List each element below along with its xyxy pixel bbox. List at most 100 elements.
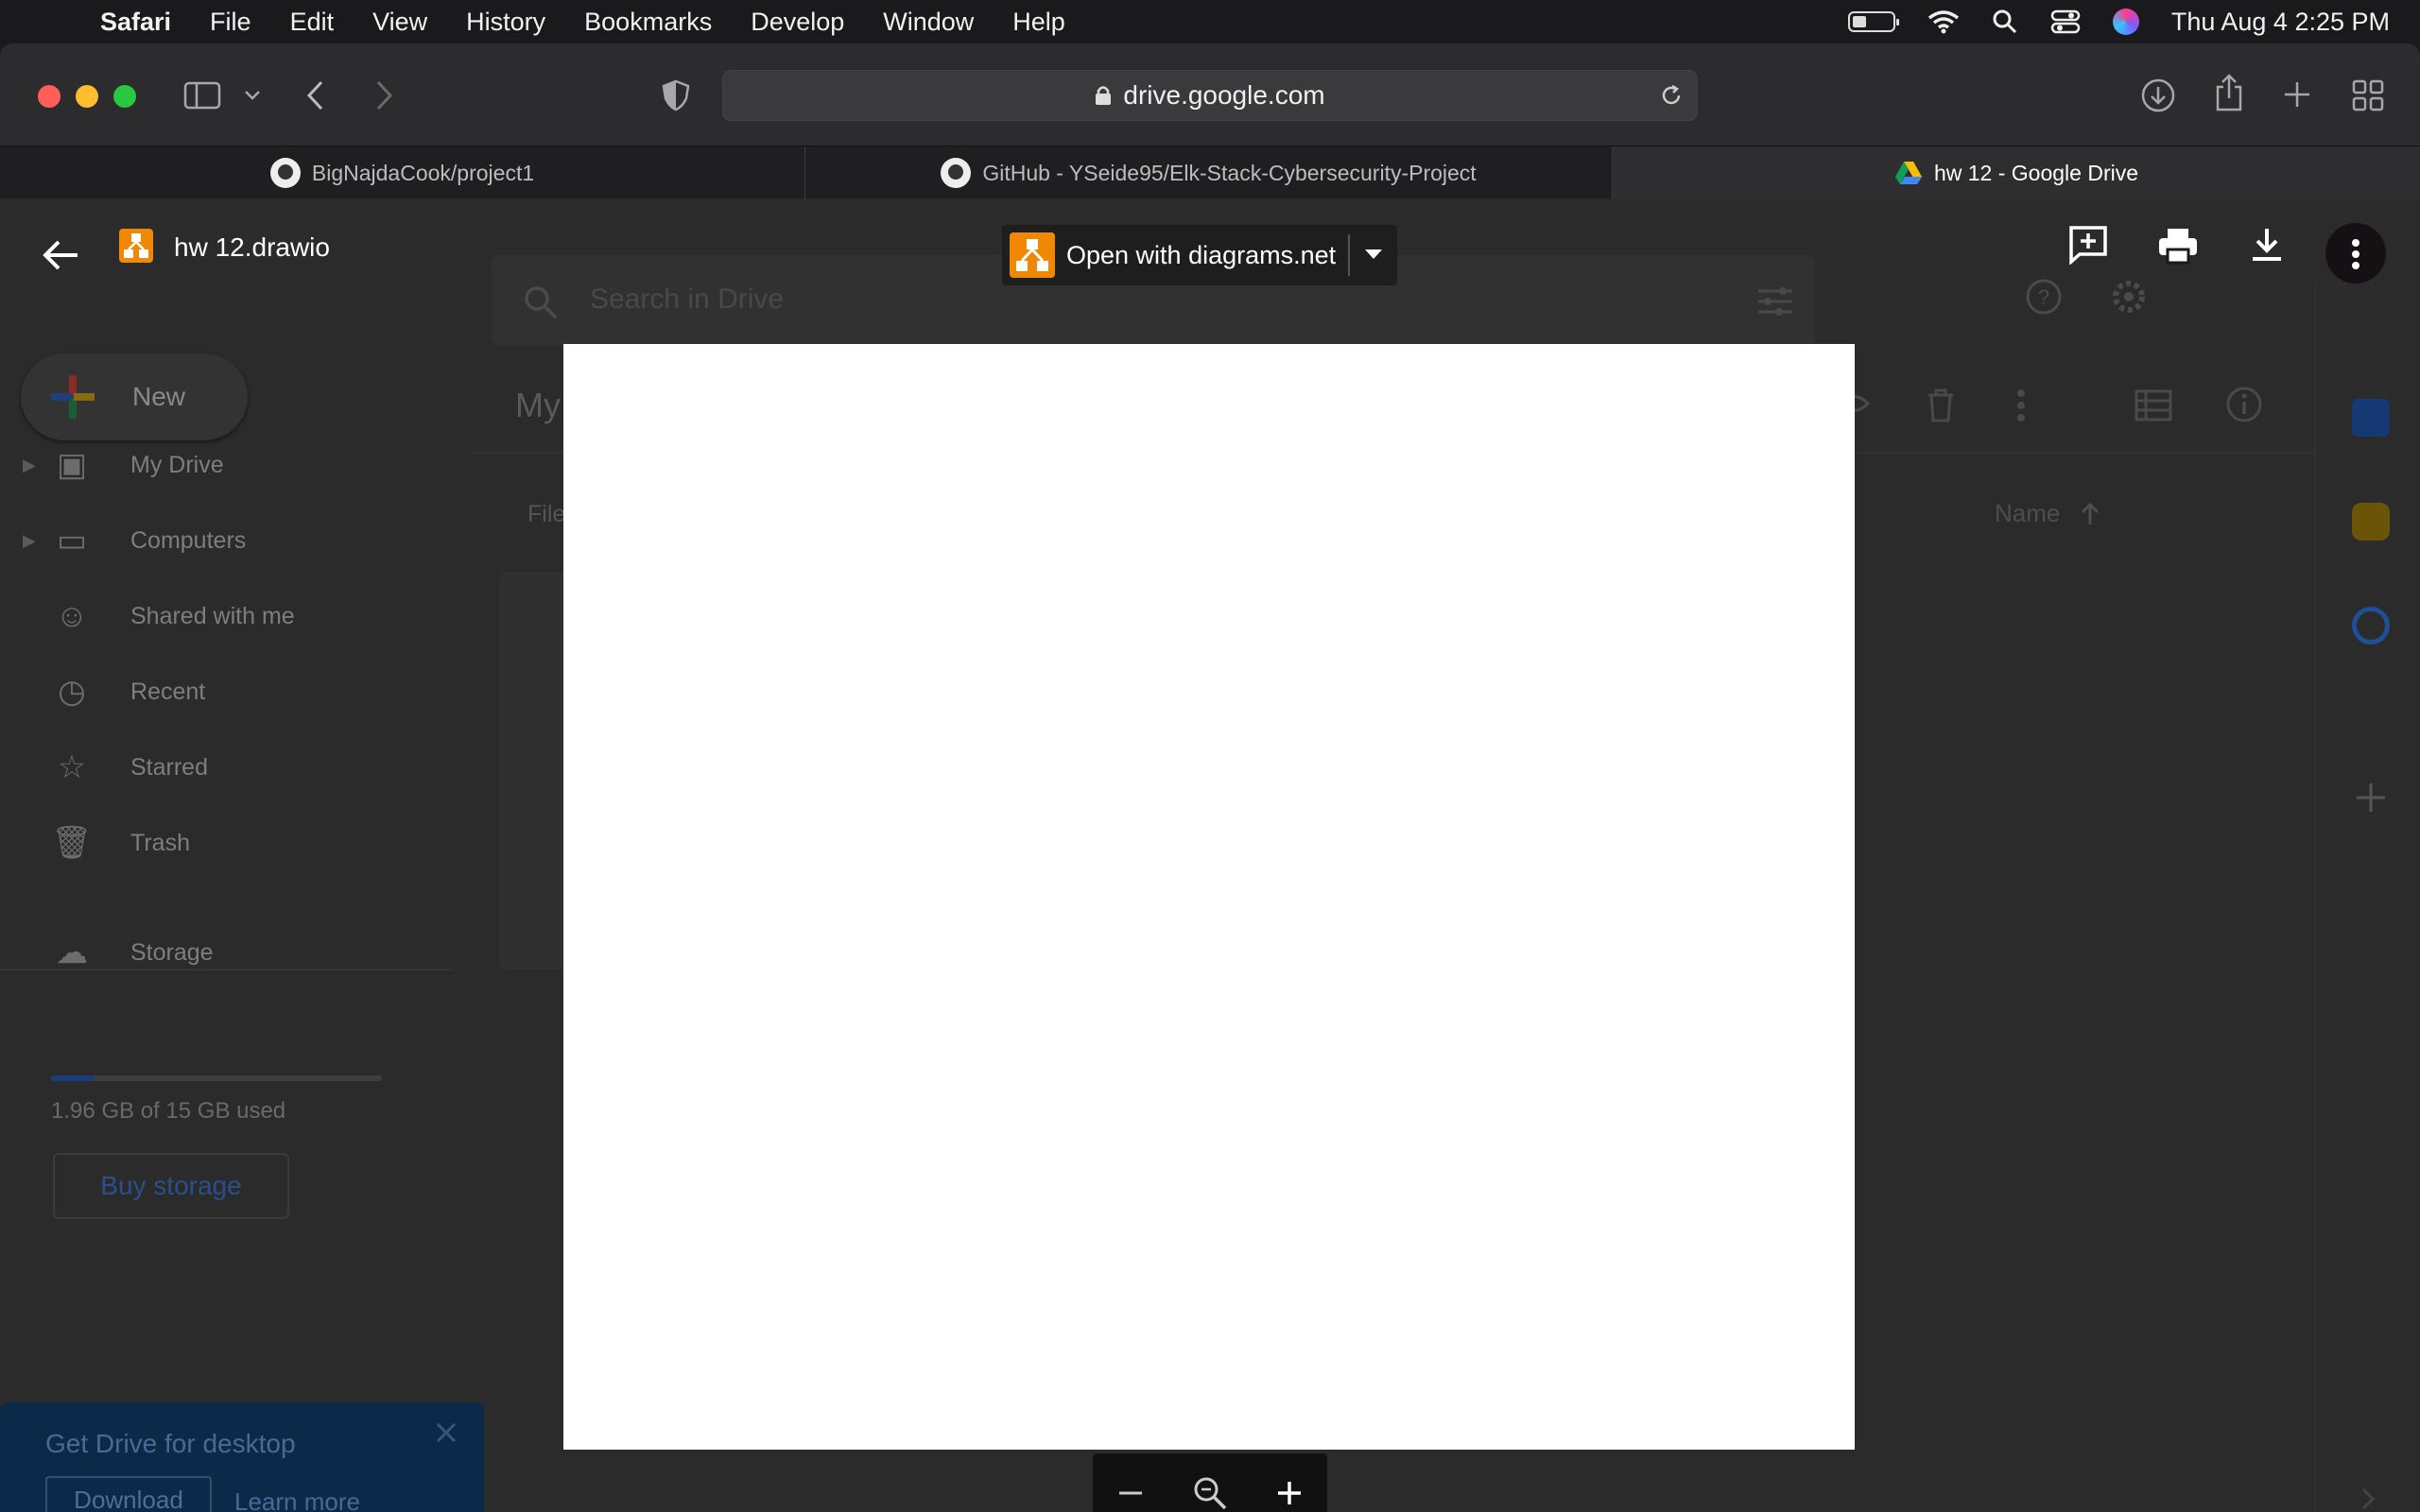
list-view-icon[interactable] <box>2135 389 2172 421</box>
menu-file[interactable]: File <box>210 8 251 37</box>
star-icon: ☆ <box>57 749 87 785</box>
menu-develop[interactable]: Develop <box>751 8 844 37</box>
add-addon-plus-icon[interactable] <box>2354 781 2388 815</box>
tab-title: GitHub - YSeide95/Elk-Stack-Cybersecurit… <box>982 160 1477 185</box>
tab-github-elk-stack[interactable]: GitHub - YSeide95/Elk-Stack-Cybersecurit… <box>805 146 1613 199</box>
drive-header-title: My <box>515 386 561 424</box>
minimize-window-button[interactable] <box>76 85 98 108</box>
trash-icon[interactable] <box>1925 387 1957 423</box>
page-content: Search in Drive ? New ▶ ▣ My Drive ▶ ▭ C… <box>0 198 2420 1512</box>
storage-used-text: 1.96 GB of 15 GB used <box>51 1098 286 1124</box>
menu-history[interactable]: History <box>466 8 545 37</box>
open-with-diagrams-button[interactable]: Open with diagrams.net <box>1002 225 1397 285</box>
side-panel-divider <box>2314 284 2316 1512</box>
downloads-icon[interactable] <box>2140 77 2176 113</box>
sidebar-item-computers[interactable]: ▶ ▭ Computers <box>23 517 246 564</box>
learn-more-link[interactable]: Learn more <box>234 1487 360 1512</box>
document-preview-page[interactable] <box>563 344 1855 1450</box>
expand-arrow-icon[interactable]: ▶ <box>23 455 36 475</box>
tab-overview-icon[interactable] <box>2352 79 2384 112</box>
files-section-label: File <box>527 501 566 527</box>
keep-icon[interactable] <box>2352 503 2390 541</box>
tab-github-project1[interactable]: BigNajdaCook/project1 <box>0 146 805 199</box>
add-comment-icon[interactable] <box>2068 225 2108 265</box>
sort-label: Name <box>1995 499 2061 527</box>
tab-title: BigNajdaCook/project1 <box>311 160 535 185</box>
promo-title: Get Drive for desktop <box>45 1429 296 1458</box>
back-arrow-icon[interactable] <box>304 79 327 112</box>
menu-edit[interactable]: Edit <box>290 8 335 37</box>
download-icon[interactable] <box>2250 227 2284 263</box>
sidebar-toggle-icon[interactable] <box>183 81 221 110</box>
close-icon[interactable] <box>435 1421 458 1444</box>
control-center-icon[interactable] <box>2050 9 2081 35</box>
chevron-down-icon[interactable] <box>244 89 261 102</box>
info-icon[interactable] <box>2225 386 2263 423</box>
sidebar-item-label: Shared with me <box>130 602 295 629</box>
file-card[interactable] <box>499 573 565 970</box>
forward-arrow-icon[interactable] <box>372 79 395 112</box>
sort-by-name[interactable]: Name <box>1995 499 2101 528</box>
sidebar-item-storage[interactable]: ☁ Storage <box>51 929 214 976</box>
sidebar-item-label: Starred <box>130 753 208 781</box>
more-actions-button[interactable] <box>2325 223 2386 284</box>
wifi-icon[interactable] <box>1927 9 1960 34</box>
open-with-label: Open with diagrams.net <box>1066 240 1337 269</box>
diagrams-net-icon <box>1010 232 1055 278</box>
new-button-label: New <box>132 382 186 411</box>
expand-arrow-icon[interactable]: ▶ <box>23 531 36 551</box>
viewer-file-name: hw 12.drawio <box>174 232 330 262</box>
sidebar-item-label: My Drive <box>130 451 224 478</box>
sidebar-item-label: Trash <box>130 829 190 856</box>
browser-toolbar: drive.google.com <box>0 43 2420 146</box>
macos-menu-bar: Safari File Edit View History Bookmarks … <box>0 0 2420 43</box>
share-icon[interactable] <box>2214 74 2244 112</box>
people-icon: ☺ <box>55 597 89 634</box>
new-tab-plus-icon[interactable] <box>2282 79 2312 110</box>
clock-icon: ◷ <box>58 674 86 710</box>
zoom-controls <box>1093 1453 1327 1512</box>
github-icon <box>941 158 972 188</box>
menu-app-name[interactable]: Safari <box>100 8 171 37</box>
zoom-window-button[interactable] <box>113 85 136 108</box>
sidebar-item-starred[interactable]: ☆ Starred <box>51 744 208 791</box>
menu-window[interactable]: Window <box>883 8 974 37</box>
siri-icon[interactable] <box>2112 9 2139 35</box>
tab-google-drive[interactable]: hw 12 - Google Drive <box>1613 146 2420 199</box>
zoom-reset-magnifier-icon[interactable] <box>1192 1475 1228 1511</box>
menu-bookmarks[interactable]: Bookmarks <box>584 8 712 37</box>
new-button[interactable]: New <box>21 353 248 440</box>
zoom-in-icon[interactable] <box>1275 1479 1304 1507</box>
sidebar-item-shared-with-me[interactable]: ☺ Shared with me <box>51 593 295 640</box>
plus-icon <box>51 375 95 419</box>
close-window-button[interactable] <box>38 85 60 108</box>
chevron-right-icon[interactable] <box>2360 1487 2377 1510</box>
sidebar-item-trash[interactable]: 🗑 Trash <box>51 819 190 867</box>
buy-storage-button[interactable]: Buy storage <box>53 1153 289 1219</box>
spotlight-search-icon[interactable] <box>1992 9 2018 35</box>
storage-progress-fill <box>51 1075 95 1081</box>
print-icon[interactable] <box>2157 227 2199 265</box>
cloud-icon: ☁ <box>56 935 88 971</box>
zoom-out-icon[interactable] <box>1116 1479 1145 1507</box>
tab-title: hw 12 - Google Drive <box>1933 160 2139 185</box>
menu-help[interactable]: Help <box>1012 8 1065 37</box>
calendar-icon[interactable] <box>2352 399 2390 437</box>
dropdown-arrow-icon[interactable] <box>1363 248 1384 261</box>
back-arrow-icon[interactable] <box>42 238 79 272</box>
sidebar-item-my-drive[interactable]: ▶ ▣ My Drive <box>23 441 224 489</box>
menu-view[interactable]: View <box>372 8 427 37</box>
tasks-icon[interactable] <box>2352 607 2390 644</box>
privacy-shield-icon[interactable] <box>662 79 690 112</box>
address-bar[interactable]: drive.google.com <box>722 70 1698 121</box>
download-button[interactable]: Download <box>45 1476 212 1512</box>
battery-icon[interactable] <box>1847 11 1899 32</box>
more-options-icon[interactable] <box>2015 387 2027 423</box>
more-vert-icon <box>2352 239 2360 269</box>
sidebar-item-recent[interactable]: ◷ Recent <box>51 668 205 715</box>
drawio-file-icon <box>119 229 153 263</box>
menu-bar-clock[interactable]: Thu Aug 4 2:25 PM <box>2171 8 2390 37</box>
sidebar-item-label: Recent <box>130 678 206 705</box>
reload-icon[interactable] <box>1659 83 1684 108</box>
computer-icon: ▭ <box>56 523 88 558</box>
